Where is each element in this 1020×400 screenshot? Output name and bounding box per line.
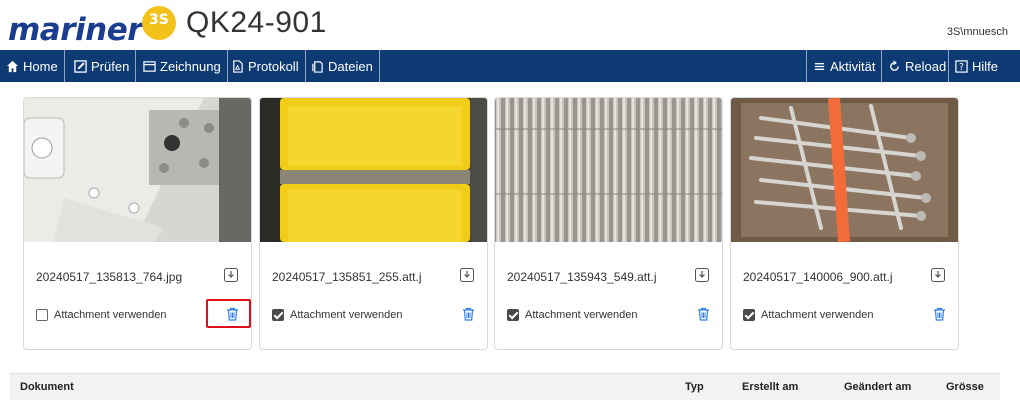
attachment-filename: 20240517_135851_255.att.j [272,270,422,284]
column-erstellt-am[interactable]: Erstellt am [742,381,798,393]
pdf-icon [231,59,244,73]
trash-icon[interactable] [933,307,946,321]
nav-zeichnung[interactable]: Zeichnung [137,50,228,82]
reload-icon [888,59,901,73]
use-attachment-checkbox[interactable] [272,309,284,321]
trash-icon[interactable] [462,307,475,321]
trash-icon[interactable] [697,307,710,321]
nav-protokoll[interactable]: Protokoll [225,50,306,82]
use-attachment-checkbox[interactable] [507,309,519,321]
attachment-card: 20240517_140006_900.att.j Attachment ver… [730,97,959,350]
use-attachment-label: Attachment verwenden [290,309,403,321]
home-icon [6,60,19,73]
nav-dateien[interactable]: Dateien [305,50,380,82]
attachment-thumbnail[interactable] [24,98,251,242]
attachment-thumbnail[interactable] [731,98,958,242]
file-icon [311,60,324,73]
use-attachment-checkbox[interactable] [36,309,48,321]
use-attachment-checkbox[interactable] [743,309,755,321]
download-icon[interactable] [931,268,945,282]
column-geaendert-am[interactable]: Geändert am [844,381,911,393]
use-attachment-label: Attachment verwenden [54,309,167,321]
mariner-logo[interactable]: mariner 3S [8,6,178,48]
user-name[interactable]: 3S\mnuesch [947,26,1008,38]
column-groesse[interactable]: Grösse [946,381,984,393]
download-icon[interactable] [695,268,709,282]
list-icon [813,60,826,73]
edit-icon [74,59,87,73]
help-icon: ? [955,59,968,73]
attachment-filename: 20240517_135813_764.jpg [36,270,183,284]
attachment-filename: 20240517_135943_549.att.j [507,270,657,284]
app-header: mariner 3S QK24-901 3S\mnuesch [0,0,1020,50]
column-typ[interactable]: Typ [685,381,704,393]
page-title: QK24-901 [186,6,327,39]
attachment-card: 20240517_135851_255.att.j Attachment ver… [259,97,488,350]
logo-badge: 3S [142,6,176,40]
nav-pruefen[interactable]: Prüfen [68,50,137,82]
attachment-thumbnail[interactable] [260,98,487,242]
use-attachment-label: Attachment verwenden [761,309,874,321]
nav-aktivitaet[interactable]: Aktivität [806,50,882,82]
use-attachment-label: Attachment verwenden [525,309,638,321]
download-icon[interactable] [224,268,238,282]
attachment-filename: 20240517_140006_900.att.j [743,270,893,284]
delete-highlight-box [206,299,251,328]
nav-reload[interactable]: Reload [881,50,952,82]
main-navbar: Home Prüfen Zeichnung Protokoll Dateien … [0,50,1020,82]
attachment-card: 20240517_135943_549.att.j Attachment ver… [494,97,723,350]
logo-text: mariner [8,12,143,48]
drawing-icon [143,60,156,73]
column-dokument[interactable]: Dokument [20,381,74,393]
download-icon[interactable] [460,268,474,282]
svg-text:?: ? [959,62,964,73]
attachment-thumbnail[interactable] [495,98,722,242]
documents-table-header: Dokument Typ Erstellt am Geändert am Grö… [10,373,1000,400]
nav-hilfe[interactable]: ? Hilfe [948,50,1004,82]
nav-home[interactable]: Home [0,50,65,82]
